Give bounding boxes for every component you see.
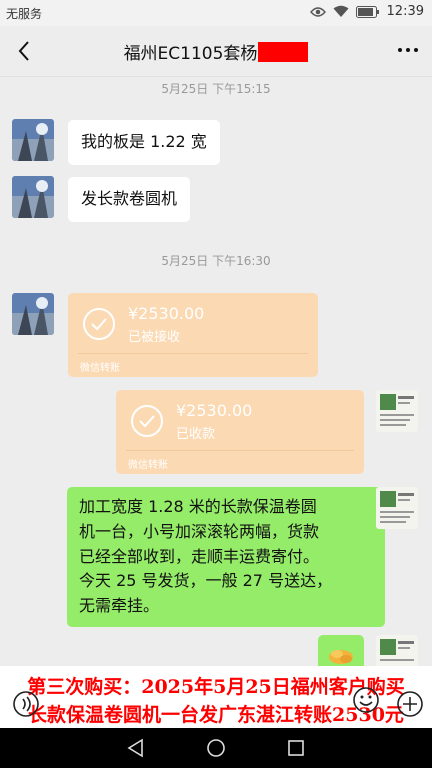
redaction-box — [258, 42, 309, 62]
battery-icon — [355, 5, 379, 18]
avatar[interactable] — [12, 176, 54, 218]
eye-icon — [309, 6, 326, 17]
system-nav-bar — [0, 728, 432, 768]
self-avatar[interactable] — [376, 390, 418, 432]
chat-title-text: 福州EC1105套杨 — [123, 44, 258, 64]
transfer-card[interactable]: ¥2530.00 已被接收 微信转账 — [68, 293, 318, 377]
message-line: 已经全部收到，走顺丰运费寄付。 — [79, 546, 320, 566]
message-bubble[interactable]: 发长款卷圆机 — [68, 177, 191, 222]
timestamp: 5月25日 下午16:30 — [161, 254, 271, 268]
chat-title: 福州EC1105套杨 — [0, 39, 432, 64]
nav-recents-icon[interactable] — [284, 736, 308, 760]
self-avatar[interactable] — [376, 487, 418, 529]
nav-back-icon[interactable] — [124, 736, 148, 760]
message-bubble-sent[interactable]: 加工宽度 1.28 米的长款保温卷圆 机一台，小号加深滚轮两幅，货款 已经全部收… — [67, 487, 385, 627]
emoji-icon[interactable] — [352, 686, 380, 714]
plus-icon[interactable] — [396, 690, 424, 718]
wifi-icon — [333, 5, 349, 17]
check-circle-icon — [131, 405, 163, 437]
voice-icon[interactable] — [12, 690, 40, 718]
transfer-amount: ¥2530.00 — [176, 401, 253, 420]
transfer-status: 已被接收 — [128, 330, 181, 345]
clock: 12:39 — [386, 4, 424, 19]
transfer-amount: ¥2530.00 — [128, 304, 205, 323]
transfer-footer: 微信转账 — [80, 363, 120, 374]
divider — [126, 450, 354, 451]
avatar[interactable] — [12, 119, 54, 161]
transfer-footer: 微信转账 — [128, 460, 168, 471]
more-options-icon[interactable] — [398, 48, 418, 52]
chat-header: 福州EC1105套杨 — [0, 26, 432, 77]
message-line: 无需牵挂。 — [79, 596, 160, 616]
carrier-text: 无服务 — [6, 7, 43, 21]
nav-home-icon[interactable] — [204, 736, 228, 760]
check-circle-icon — [83, 308, 115, 340]
status-bar: 无服务 12:39 — [0, 0, 432, 26]
message-bubble[interactable]: 我的板是 1.22 宽 — [68, 120, 220, 165]
timestamp: 5月25日 下午15:15 — [161, 82, 271, 96]
message-line: 机一台，小号加深滚轮两幅，货款 — [79, 521, 320, 541]
transfer-status: 已收款 — [176, 427, 216, 442]
avatar[interactable] — [12, 293, 54, 335]
message-line: 加工宽度 1.28 米的长款保温卷圆 — [79, 497, 317, 516]
divider — [78, 353, 308, 354]
transfer-card[interactable]: ¥2530.00 已收款 微信转账 — [116, 390, 364, 474]
message-line: 今天 25 号发货，一般 27 号送达， — [79, 571, 333, 591]
